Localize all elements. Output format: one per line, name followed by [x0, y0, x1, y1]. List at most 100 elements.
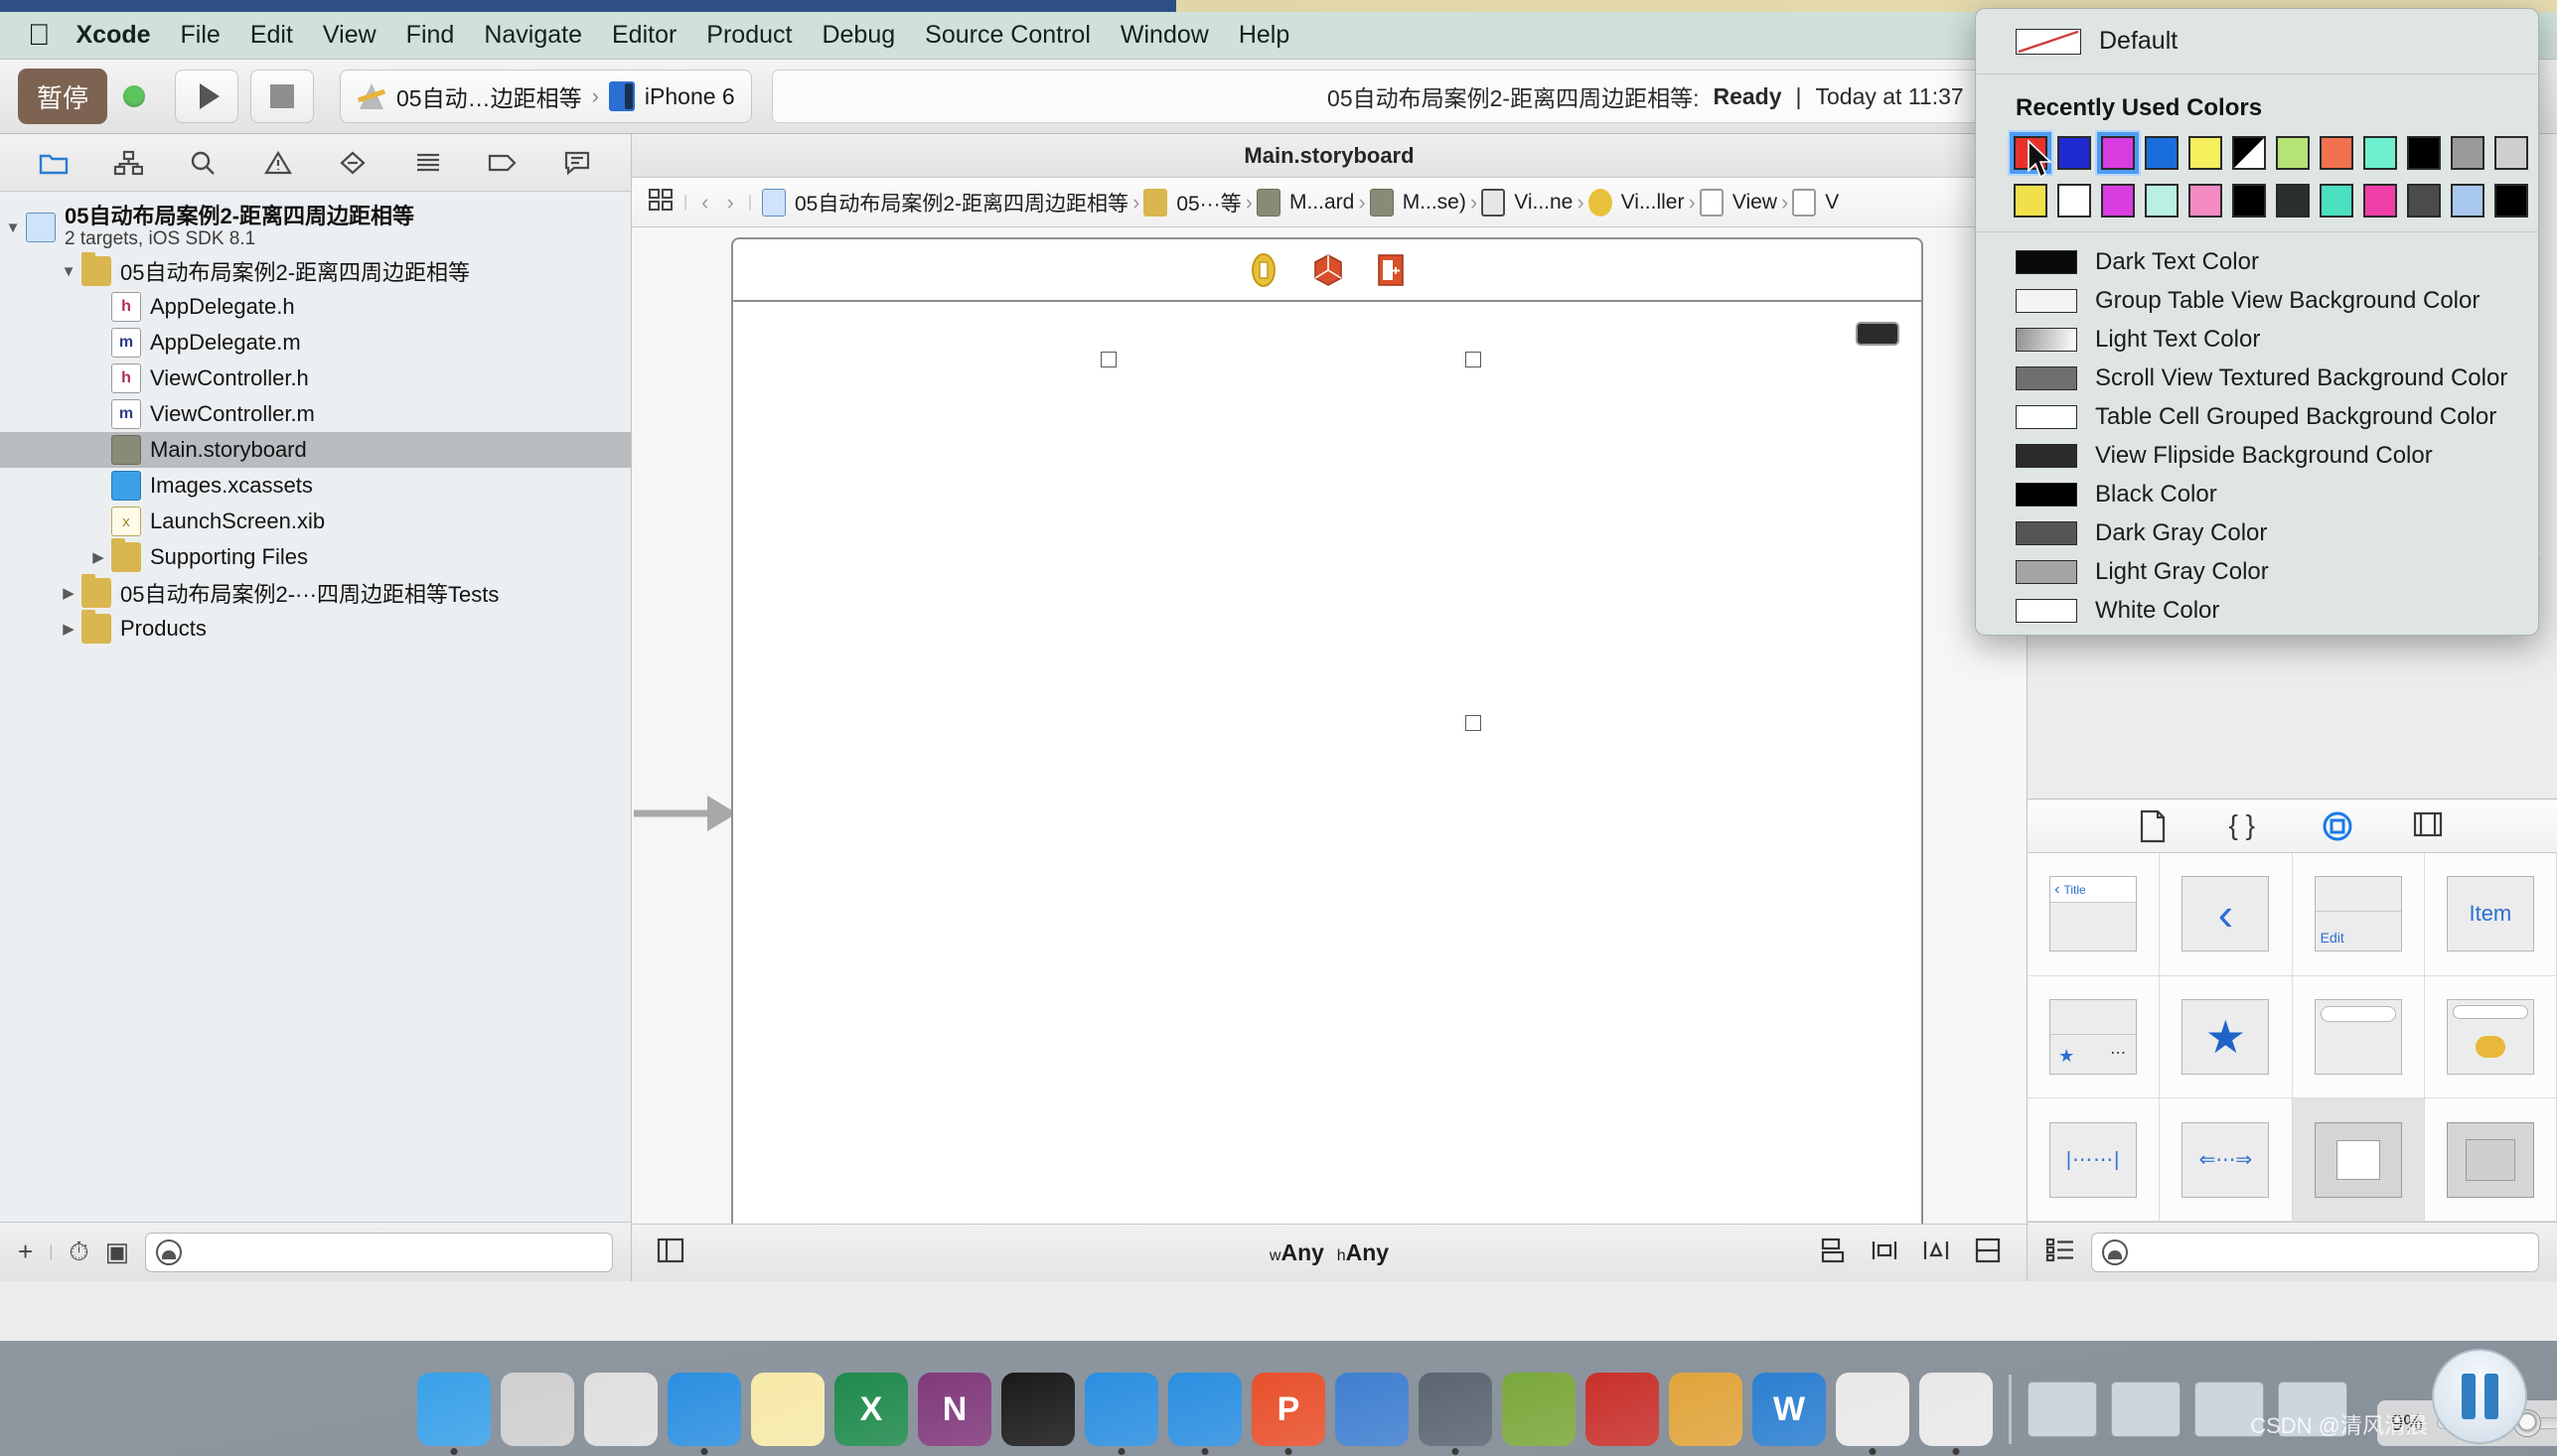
library-item[interactable]: ★ ⋯ [2028, 975, 2161, 1099]
color-swatch[interactable] [2494, 136, 2528, 170]
launchpad-icon[interactable] [584, 1373, 658, 1446]
color-swatch[interactable] [2145, 136, 2179, 170]
breadcrumb[interactable]: View [1699, 188, 1777, 217]
color-swatch[interactable] [2232, 136, 2266, 170]
menu-item-view[interactable]: View [323, 21, 376, 50]
library-item[interactable] [2292, 975, 2425, 1099]
file-template-library-icon[interactable] [2138, 809, 2174, 843]
project-navigator-tree[interactable]: ▼ 05自动布局案例2-距离四周边距相等 2 targets, iOS SDK … [0, 192, 631, 1222]
list-item[interactable]: ▼ 05自动布局案例2-距离四周边距相等 [0, 252, 631, 289]
breadcrumb[interactable]: Vi...ller [1587, 188, 1684, 217]
list-item[interactable]: Images.xcassets [0, 468, 631, 504]
pin-icon[interactable] [1870, 1236, 1899, 1270]
finder-icon[interactable] [417, 1373, 491, 1455]
library-item[interactable] [2292, 1098, 2425, 1222]
back-chevron-icon[interactable]: ‹ [701, 190, 708, 216]
list-item[interactable]: m ViewController.m [0, 396, 631, 432]
standard-colors-list[interactable]: Dark Text Color Group Table View Backgrou… [1976, 232, 2538, 635]
library-item[interactable]: Edit [2292, 853, 2425, 976]
breadcrumb[interactable]: Vi...ne [1481, 188, 1573, 217]
recently-used-swatches[interactable] [1976, 136, 2538, 218]
system-preferences-icon[interactable] [501, 1373, 574, 1446]
forward-chevron-icon[interactable]: › [726, 190, 733, 216]
color-swatch[interactable] [2363, 184, 2397, 218]
stack-align-icon[interactable] [1818, 1236, 1848, 1270]
storyboard-canvas[interactable] [632, 227, 2027, 1224]
library-item[interactable]: ★ [2160, 975, 2293, 1099]
color-swatch[interactable] [2276, 136, 2310, 170]
xcode-beta-icon[interactable] [1168, 1373, 1242, 1455]
clock-icon[interactable]: ⏱ [69, 1237, 88, 1268]
breadcrumb[interactable]: 05自动布局案例2-距离四周边距相等 [761, 188, 1128, 218]
stop-button[interactable] [250, 70, 314, 123]
object-library-icon[interactable] [2321, 809, 2356, 843]
color-swatch[interactable] [2057, 184, 2091, 218]
list-view-icon[interactable] [2045, 1237, 2075, 1267]
color-menu-item[interactable]: Table Cell Grouped Background Color [2016, 397, 2538, 436]
color-default-item[interactable]: Default [1976, 9, 2538, 70]
source-filter-icon[interactable]: ▣ [105, 1237, 130, 1267]
library-item[interactable]: ⇐⋯⇒ [2160, 1098, 2293, 1222]
list-item[interactable]: ▶ Products [0, 610, 631, 647]
color-menu-item[interactable]: Black Color [2016, 475, 2538, 513]
list-item[interactable]: h AppDelegate.h [0, 289, 631, 325]
color-menu-item[interactable]: Dark Text Color [2016, 242, 2538, 281]
breadcrumb[interactable]: 05···等 [1143, 188, 1242, 218]
menu-item-source-control[interactable]: Source Control [925, 21, 1091, 50]
list-item[interactable]: Main.storyboard [0, 432, 631, 468]
color-swatch[interactable] [2407, 184, 2441, 218]
documents-stack-icon[interactable] [2109, 1373, 2182, 1446]
color-swatch[interactable] [2014, 184, 2047, 218]
pause-button[interactable]: 暂停 [18, 69, 107, 124]
color-swatch[interactable] [2276, 184, 2310, 218]
notes-icon[interactable] [751, 1373, 825, 1446]
resize-handle[interactable] [1101, 352, 1117, 367]
sidebar-item-debug[interactable] [406, 144, 450, 182]
color-menu-item[interactable]: Light Text Color [2016, 320, 2538, 359]
color-swatch[interactable] [2451, 136, 2484, 170]
list-item[interactable]: ▶ 05自动布局案例2-···四周边距相等Tests [0, 574, 631, 611]
sidebar-item-tests[interactable] [331, 144, 375, 182]
color-menu-item[interactable]: Light Gray Color [2016, 552, 2538, 591]
color-menu-item[interactable]: Scroll View Textured Background Color [2016, 359, 2538, 397]
color-swatch[interactable] [2320, 184, 2353, 218]
run-button[interactable] [175, 70, 238, 123]
menu-item-find[interactable]: Find [406, 21, 455, 50]
scissors-app-icon[interactable] [1335, 1373, 1409, 1446]
list-item[interactable]: ▶ Supporting Files [0, 538, 631, 575]
scheme-selector[interactable]: 05自动…边距相等 › iPhone 6 [340, 70, 752, 123]
breadcrumb[interactable]: M...se) [1369, 188, 1466, 217]
sidebar-item-reports[interactable] [555, 144, 599, 182]
image-editor-icon[interactable] [1669, 1373, 1742, 1446]
color-swatch[interactable] [2057, 136, 2091, 170]
appcode-2-icon[interactable] [1919, 1373, 1993, 1455]
safari-icon[interactable] [668, 1373, 741, 1455]
menu-item-file[interactable]: File [181, 21, 221, 50]
library-item[interactable]: Item [2424, 853, 2557, 976]
onenote-icon[interactable]: N [918, 1373, 991, 1446]
first-responder-icon[interactable] [1250, 252, 1278, 287]
color-menu-item[interactable]: White Color [2016, 591, 2538, 630]
library-filter-input[interactable] [2091, 1232, 2539, 1272]
appcode-icon[interactable] [1836, 1373, 1909, 1455]
menu-item-edit[interactable]: Edit [250, 21, 293, 50]
project-root-row[interactable]: ▼ 05自动布局案例2-距离四周边距相等 2 targets, iOS SDK … [0, 202, 631, 253]
color-menu-item[interactable]: Clear Color [2016, 630, 2538, 635]
color-menu-item[interactable]: View Flipside Background Color [2016, 436, 2538, 475]
sidebar-item-folder[interactable] [32, 144, 75, 182]
menu-item-xcode[interactable]: Xcode [76, 21, 151, 50]
list-item[interactable]: m AppDelegate.m [0, 325, 631, 361]
color-menu-item[interactable]: Dark Gray Color [2016, 513, 2538, 552]
disclosure-triangle-icon[interactable]: ▼ [0, 219, 26, 236]
resize-handle[interactable] [1465, 352, 1481, 367]
library-item[interactable]: ‹ [2160, 853, 2293, 976]
color-swatch[interactable] [2188, 136, 2222, 170]
filter-input[interactable] [145, 1232, 613, 1272]
breadcrumb[interactable]: M...ard [1257, 188, 1354, 217]
sidebar-item-search[interactable] [181, 144, 225, 182]
scene-view-area[interactable] [733, 302, 1921, 1224]
snagit-icon[interactable] [1502, 1373, 1576, 1446]
list-item[interactable]: h ViewController.h [0, 361, 631, 396]
downloads-stack-icon[interactable] [2026, 1373, 2099, 1446]
breadcrumb[interactable]: V [1792, 188, 1839, 217]
